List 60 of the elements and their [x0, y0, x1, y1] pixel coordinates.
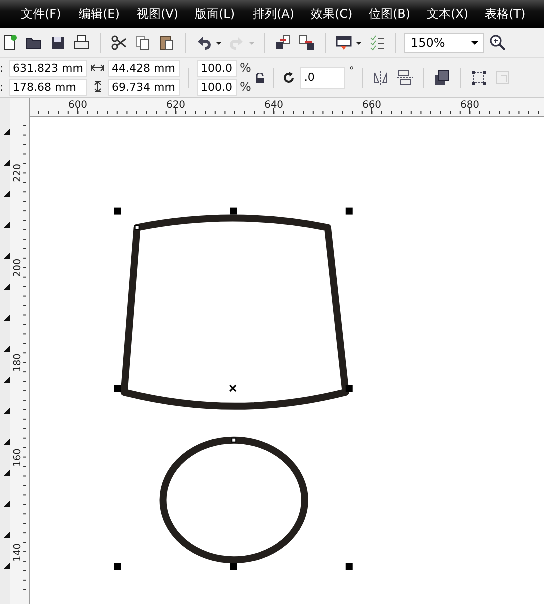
width-field[interactable]: 44.428 mm [108, 60, 180, 76]
rotate-icon [282, 70, 296, 84]
menu-item[interactable]: 位图(B) [362, 6, 420, 22]
scale-x-field[interactable]: 100.0 [197, 60, 237, 76]
menu-item[interactable]: 文本(X) [420, 6, 478, 22]
menu-item[interactable]: 表格(T) [478, 6, 536, 22]
selection-handle[interactable] [346, 563, 353, 570]
center-marker[interactable] [229, 384, 237, 392]
degree-label: ° [349, 66, 354, 77]
export-icon[interactable] [297, 32, 317, 52]
ellipse-shape[interactable] [160, 436, 308, 564]
x-position-field[interactable]: 631.823 mm [9, 60, 87, 76]
zoom-icon[interactable] [488, 32, 508, 52]
height-field[interactable]: 69.734 mm [108, 78, 180, 96]
vertical-ruler: 220 200 180 160 140 [10, 98, 30, 604]
flyout-arrow-icon[interactable] [4, 191, 10, 197]
scale-y-field[interactable]: 100.0 [197, 78, 237, 96]
y-label: : [0, 80, 5, 94]
node-marker[interactable] [134, 225, 140, 230]
selection-handle[interactable] [230, 208, 238, 215]
trapezoid-shape[interactable] [120, 214, 350, 410]
flyout-arrow-icon[interactable] [4, 377, 10, 383]
rotation-field[interactable]: .0 [300, 66, 346, 88]
flyout-arrow-icon[interactable] [4, 129, 10, 135]
flyout-arrow-icon[interactable] [4, 470, 10, 476]
percent-label: % [240, 80, 252, 94]
menu-item[interactable]: 编辑(E) [72, 6, 130, 22]
flyout-arrow-icon[interactable] [4, 253, 10, 259]
flyout-arrow-icon[interactable] [4, 408, 10, 414]
selection-handle[interactable] [230, 563, 238, 570]
flyout-arrow-icon[interactable] [4, 315, 10, 321]
combine-icon[interactable] [432, 68, 452, 88]
percent-label: % [240, 61, 252, 75]
menu-item[interactable]: 视图(V) [130, 6, 188, 22]
flyout-arrow-icon[interactable] [4, 346, 10, 352]
flyout-arrow-icon[interactable] [4, 501, 10, 507]
selection-handle[interactable] [114, 208, 122, 215]
width-arrows-icon [91, 63, 105, 73]
flyout-arrow-icon[interactable] [4, 222, 10, 228]
node-marker[interactable] [232, 438, 237, 443]
selection-handle[interactable] [114, 385, 122, 392]
menu-item[interactable]: 效果(C) [304, 6, 362, 22]
menu-item[interactable]: 排列(A) [246, 6, 304, 22]
mirror-vertical-icon[interactable] [395, 68, 416, 88]
dropdown-arrow-icon[interactable] [471, 40, 479, 46]
flyout-arrow-icon[interactable] [4, 563, 10, 569]
zoom-dropdown[interactable]: 150% [404, 32, 484, 52]
menu-item[interactable]: 版面(L) [188, 6, 246, 22]
menu-item[interactable]: 文件(F) [14, 6, 72, 22]
y-position-field[interactable]: 178.68 mm [9, 78, 87, 96]
flyout-arrow-icon[interactable] [4, 284, 10, 290]
flyout-arrow-icon[interactable] [4, 439, 10, 445]
flyout-arrow-icon[interactable] [4, 532, 10, 538]
horizontal-ruler: 600 620 640 660 680 [30, 98, 544, 117]
selection-handle[interactable] [114, 563, 122, 570]
print-icon[interactable] [72, 32, 92, 52]
lock-icon[interactable] [255, 72, 266, 82]
x-label: : [0, 62, 5, 74]
selection-handle[interactable] [346, 208, 353, 215]
flyout-arrow-icon[interactable] [4, 160, 10, 166]
